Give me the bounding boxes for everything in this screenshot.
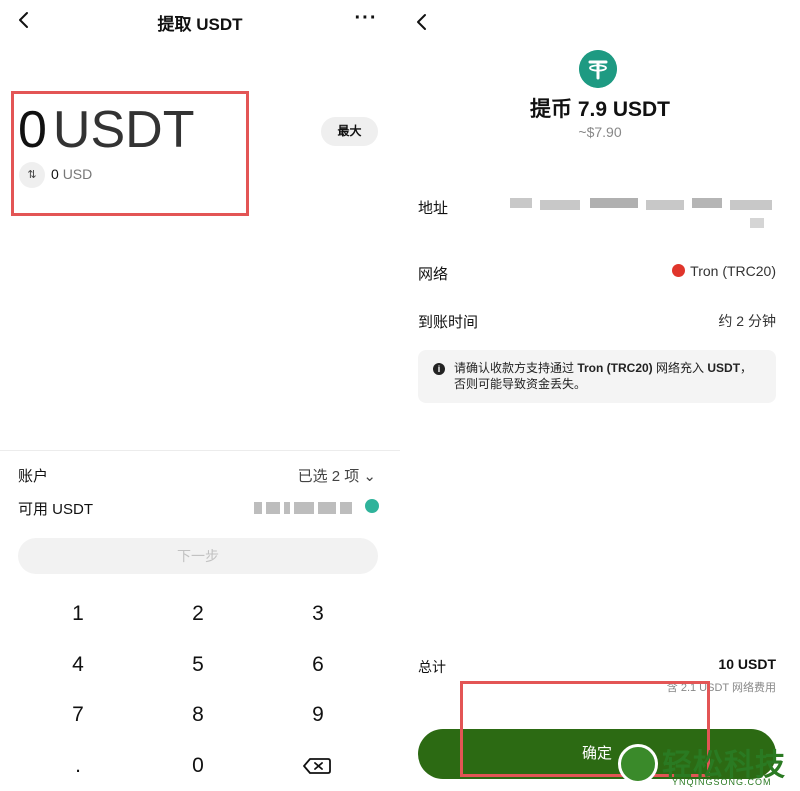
keypad-key-4[interactable]: 4: [18, 645, 138, 685]
notice-network: Tron (TRC20): [577, 361, 653, 375]
arrival-time-value: 约 2 分钟: [718, 313, 776, 329]
keypad-key-1[interactable]: 1: [18, 594, 138, 634]
usdt-token-icon: [579, 50, 617, 88]
account-label: 账户: [18, 468, 49, 485]
address-label: 地址: [418, 200, 449, 217]
usdt-token-icon: [365, 499, 379, 513]
notice-middle: 网络充入: [652, 361, 708, 375]
withdraw-fiat-value: ~$7.90: [578, 124, 622, 140]
keypad-key-7[interactable]: 7: [18, 695, 138, 735]
keypad-key-3[interactable]: 3: [258, 594, 378, 634]
network-warning-notice: i 请确认收款方支持通过 Tron (TRC20) 网络充入 USDT，否则可能…: [418, 350, 776, 403]
total-value: 10 USDT: [718, 656, 776, 672]
keypad-key-5[interactable]: 5: [138, 645, 258, 685]
total-label: 总计: [418, 659, 446, 675]
page-title: 提取 USDT: [157, 15, 243, 34]
watermark-subtext: YNQINGSONG.COM: [672, 777, 772, 787]
keypad-key-9[interactable]: 9: [258, 695, 378, 735]
withdraw-title: 提币 7.9 USDT: [529, 98, 671, 121]
next-step-button[interactable]: 下一步: [18, 538, 378, 574]
info-icon: i: [433, 363, 445, 375]
keypad-key-6[interactable]: 6: [258, 645, 378, 685]
more-options-icon[interactable]: ···: [352, 8, 380, 32]
network-label: 网络: [418, 266, 449, 283]
keypad-key-8[interactable]: 8: [138, 695, 258, 735]
notice-text: 请确认收款方支持通过 Tron (TRC20) 网络充入 USDT，否则可能导致…: [454, 360, 754, 392]
arrival-time-label: 到账时间: [418, 314, 479, 331]
redacted-address[interactable]: [510, 196, 780, 232]
redacted-balance: [254, 499, 364, 515]
withdraw-amount-screen: 提取 USDT ··· 0 USDT ⇅ 0 USD 最大 账户 已选 2 项 ⌄…: [0, 0, 400, 791]
withdraw-confirm-screen: 提币 7.9 USDT ~$7.90 地址 网络 Tron (TRC20) 到账…: [400, 0, 800, 791]
highlight-box-amount: [11, 91, 249, 216]
network-value: Tron (TRC20): [672, 263, 776, 279]
back-arrow-icon[interactable]: [410, 10, 434, 34]
watermark: 轻松科技 YNQINGSONG.COM: [614, 740, 800, 791]
network-name: Tron (TRC20): [690, 263, 776, 279]
keypad-key-2[interactable]: 2: [138, 594, 258, 634]
divider: [0, 450, 400, 451]
keypad-key-dot[interactable]: .: [18, 746, 138, 786]
notice-prefix: 请确认收款方支持通过: [454, 361, 578, 375]
notice-token: USDT: [707, 361, 741, 375]
keypad-key-0[interactable]: 0: [138, 746, 258, 786]
watermark-logo-icon: [618, 744, 658, 784]
backspace-icon[interactable]: [258, 746, 378, 786]
tron-icon: [672, 264, 686, 277]
available-label: 可用 USDT: [18, 501, 94, 518]
account-selector[interactable]: 已选 2 项 ⌄: [298, 465, 376, 486]
max-button[interactable]: 最大: [321, 117, 378, 146]
